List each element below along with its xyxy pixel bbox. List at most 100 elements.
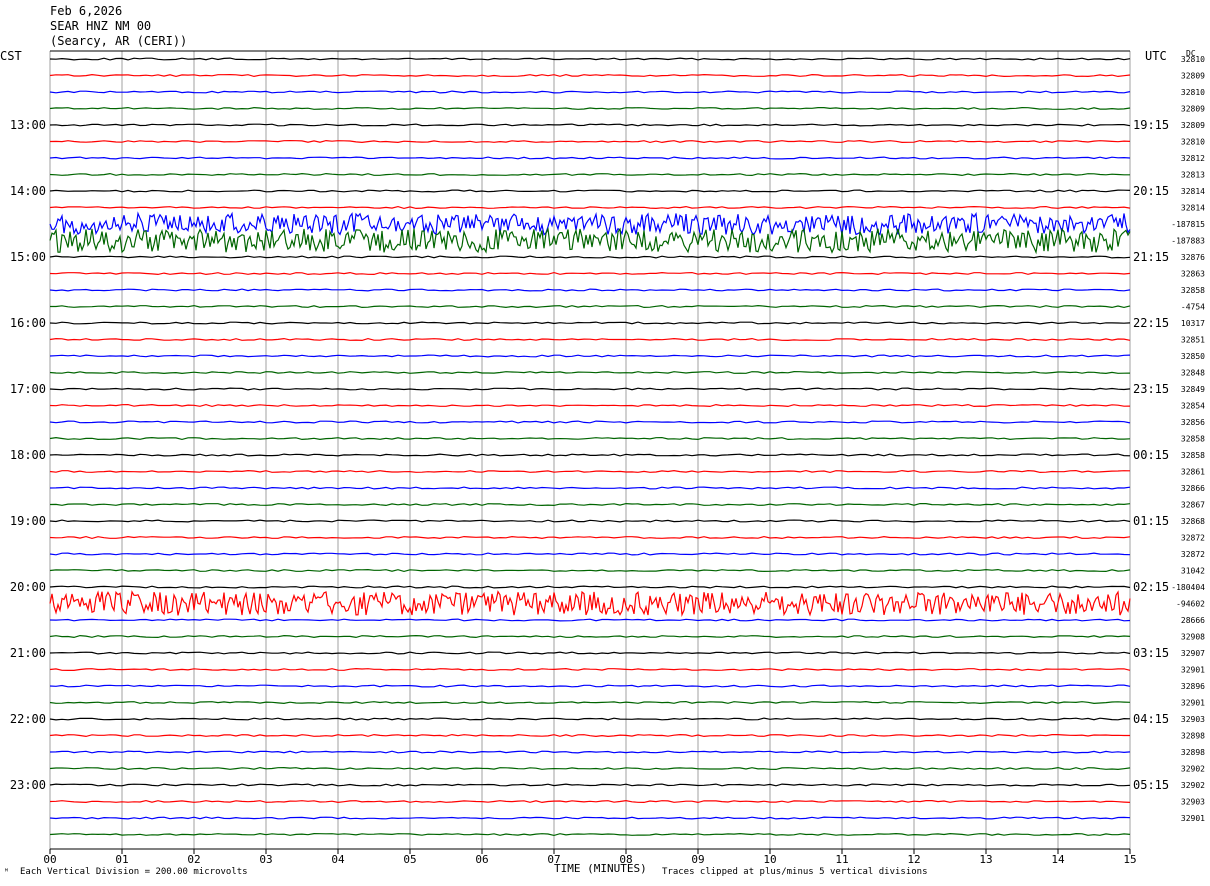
dc-offset-label: -94602	[1176, 600, 1205, 609]
x-tick-label: 06	[475, 853, 488, 866]
seismogram-plot: 00 01 02 03 04 05 06 07 08 09 10 11 12 13 14 1513:00 19:…	[10, 50, 1205, 866]
trace-line	[49, 156, 1131, 160]
left-hour-label: 14:00	[10, 184, 46, 198]
dc-offset-label: 32861	[1181, 468, 1205, 477]
dc-offset-label: 32901	[1181, 666, 1205, 675]
trace-line	[49, 90, 1131, 94]
x-tick-label: 03	[259, 853, 272, 866]
trace-line	[49, 172, 1130, 177]
trace-line	[49, 337, 1131, 342]
dc-offset-label: 32863	[1181, 270, 1205, 279]
dc-offset-label: 32907	[1181, 649, 1205, 658]
left-hour-label: 17:00	[10, 382, 46, 396]
trace-line	[49, 667, 1131, 672]
right-hour-label: 04:15	[1133, 712, 1169, 726]
trace-line	[49, 816, 1131, 820]
right-hour-label: 01:15	[1133, 514, 1169, 528]
trace-line	[49, 783, 1131, 787]
trace-line	[49, 387, 1131, 391]
dc-offset-label: 32856	[1181, 418, 1205, 427]
dc-offset-label: 32902	[1181, 765, 1205, 774]
trace-line	[49, 73, 1131, 78]
dc-offset-label: 32858	[1181, 286, 1205, 295]
dc-offset-label: 32898	[1181, 748, 1205, 757]
division-note: Each Vertical Division = 200.00 microvol…	[20, 867, 248, 877]
x-axis-title: TIME (MINUTES)	[554, 862, 647, 875]
left-hour-label: 15:00	[10, 250, 46, 264]
dc-offset-label: 32814	[1181, 204, 1205, 213]
left-hour-label: 13:00	[10, 118, 46, 132]
trace-line	[49, 519, 1131, 523]
right-hour-label: 05:15	[1133, 778, 1169, 792]
trace-line	[49, 799, 1131, 804]
x-tick-label: 02	[187, 853, 200, 866]
trace-line	[49, 651, 1131, 655]
x-tick-label: 13	[979, 853, 992, 866]
dc-offset-label: 32858	[1181, 435, 1205, 444]
dc-offset-label: 32903	[1181, 715, 1205, 724]
left-hour-label: 20:00	[10, 580, 46, 594]
left-hour-label: 22:00	[10, 712, 46, 726]
trace-line	[49, 486, 1131, 490]
trace-line	[49, 106, 1131, 110]
dc-offset-label: -180404	[1171, 583, 1205, 592]
x-tick-label: 12	[907, 853, 920, 866]
dc-offset-label: 32813	[1181, 171, 1205, 180]
left-hour-label: 16:00	[10, 316, 46, 330]
dc-offset-label: 32872	[1181, 550, 1205, 559]
trace-line	[49, 321, 1131, 325]
dc-offset-label: 32898	[1181, 732, 1205, 741]
dc-offset-label: 32866	[1181, 484, 1205, 493]
x-tick-label: 10	[763, 853, 776, 866]
dc-offset-label: 32849	[1181, 385, 1205, 394]
dc-offset-label: 31042	[1181, 567, 1205, 576]
trace-line	[49, 618, 1131, 622]
dc-offset-label: 32814	[1181, 187, 1205, 196]
trace-line	[49, 354, 1131, 358]
trace-line	[49, 57, 1131, 61]
dc-offset-label: 32901	[1181, 699, 1205, 708]
dc-offset-label: 32903	[1181, 798, 1205, 807]
right-hour-label: 21:15	[1133, 250, 1169, 264]
trace-line	[49, 189, 1131, 193]
dc-offset-label: 32809	[1181, 121, 1205, 130]
trace-line	[49, 552, 1131, 556]
trace-line	[49, 502, 1131, 507]
trace-line	[49, 403, 1131, 408]
dc-offset-label: 32810	[1181, 88, 1205, 97]
trace-line	[49, 766, 1131, 771]
trace-line	[49, 288, 1131, 292]
dc-offset-label: 32858	[1181, 451, 1205, 460]
dc-offset-label: 32872	[1181, 534, 1205, 543]
trace-line	[49, 750, 1131, 754]
trace-line	[49, 271, 1131, 276]
dc-offset-label: 32902	[1181, 781, 1205, 790]
dc-offset-label: 32908	[1181, 633, 1205, 642]
trace-line	[49, 684, 1131, 688]
trace-line	[49, 420, 1131, 424]
x-tick-label: 09	[691, 853, 704, 866]
trace-line	[49, 535, 1131, 540]
x-tick-label: 15	[1123, 853, 1136, 866]
left-hour-label: 19:00	[10, 514, 46, 528]
x-tick-label: 11	[835, 853, 848, 866]
trace-line	[49, 634, 1131, 639]
trace-line	[49, 585, 1131, 589]
trace-line	[49, 700, 1131, 705]
left-hour-label: 18:00	[10, 448, 46, 462]
dc-offset-label: -4754	[1181, 303, 1205, 312]
right-hour-label: 02:15	[1133, 580, 1169, 594]
dc-offset-label: 32809	[1181, 105, 1205, 114]
dc-offset-label: 32901	[1181, 814, 1205, 823]
trace-line	[49, 717, 1131, 721]
trace-line	[49, 139, 1131, 144]
clip-note: Traces clipped at plus/minus 5 vertical …	[662, 867, 928, 877]
dc-offset-label: 32867	[1181, 501, 1205, 510]
trace-line	[49, 205, 1131, 210]
dc-offset-label: 32850	[1181, 352, 1205, 361]
label-group: 00 01 02 03 04 05 06 07 08 09 10 11 12 13 14 1513:00 19:…	[10, 55, 1205, 866]
dc-offset-label: 28666	[1181, 616, 1205, 625]
right-hour-label: 19:15	[1133, 118, 1169, 132]
dc-offset-label: -187815	[1171, 220, 1205, 229]
dc-offset-label: 32810	[1181, 55, 1205, 64]
